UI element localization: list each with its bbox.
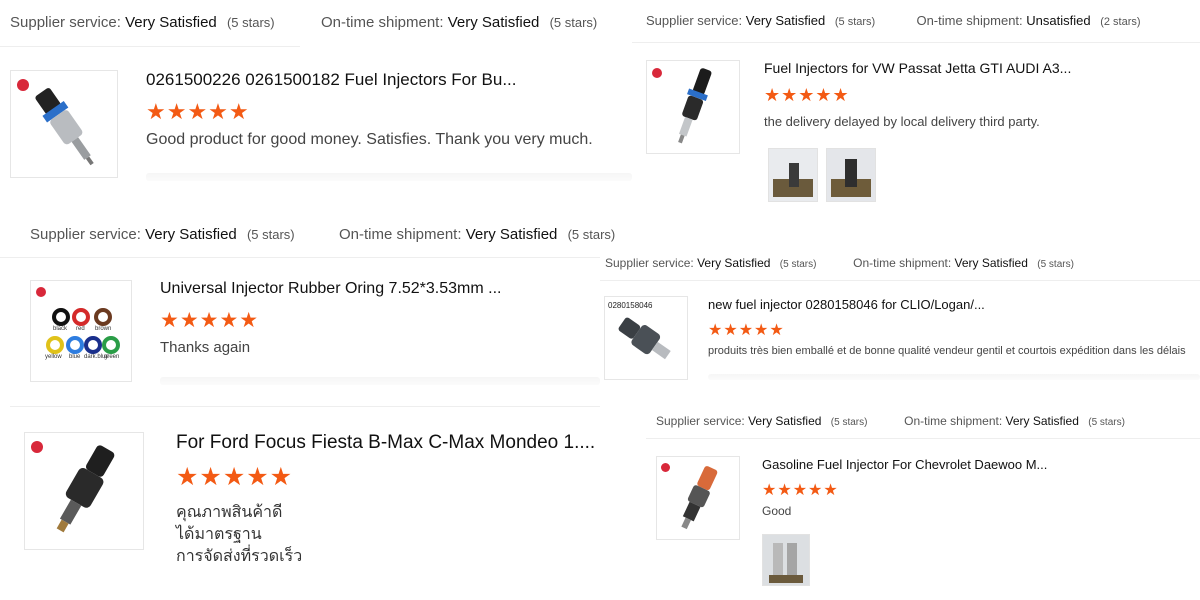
shipment-stars-note: (5 stars) — [1088, 417, 1125, 428]
shipment-value: Very Satisfied — [954, 256, 1028, 270]
review-text-line: การจัดส่งที่รวดเร็ว — [176, 548, 303, 565]
review-meta-1: Supplier service: Very Satisfied (5 star… — [10, 14, 597, 31]
product-thumbnail[interactable] — [24, 432, 144, 550]
review-card-3: ​ Supplier service: Very Satisfied (5 st… — [0, 210, 615, 400]
oring-label: blue — [69, 354, 81, 360]
product-title[interactable]: new fuel injector 0280158046 for CLIO/Lo… — [708, 297, 985, 312]
supplier-stars-note: (5 stars) — [830, 417, 868, 428]
review-photo-1[interactable] — [762, 534, 810, 586]
review-card-2: Supplier service: Very Satisfied (5 star… — [632, 0, 1200, 220]
shipment-stars-note: (5 stars) — [567, 227, 616, 242]
shipment-label: On-time shipment: — [338, 226, 462, 243]
shipment-stars-note: (5 stars) — [1037, 259, 1074, 270]
oring-label: green — [104, 354, 120, 360]
review-photo-2[interactable] — [826, 148, 876, 202]
product-title[interactable]: Universal Injector Rubber Oring 7.52*3.5… — [160, 280, 501, 298]
supplier-label: Supplier service: — [30, 226, 141, 243]
shipment-label: On-time shipment: — [916, 13, 1023, 28]
rating-stars: ★★★★★ — [146, 99, 250, 124]
brand-logo-icon — [661, 463, 670, 472]
brand-logo-icon — [17, 79, 29, 91]
shipment-stars-note: (2 stars) — [1100, 16, 1141, 28]
fuel-injector-black-icon — [56, 445, 115, 533]
product-thumbnail[interactable] — [10, 70, 118, 178]
shipment-label: On-time shipment: — [320, 14, 444, 31]
product-title[interactable]: Fuel Injectors for VW Passat Jetta GTI A… — [764, 60, 1071, 76]
supplier-label: Supplier service: — [605, 256, 694, 270]
supplier-stars-note: (5 stars) — [246, 227, 295, 242]
oring-label: red — [76, 326, 85, 332]
supplier-label: Supplier service: — [646, 13, 743, 28]
review-card-4: Supplier service: Very Satisfied (5 star… — [600, 244, 1200, 394]
brand-logo-icon — [36, 287, 46, 297]
supplier-value: Very Satisfied — [748, 414, 822, 428]
divider-bar — [708, 374, 1200, 380]
product-title[interactable]: 0261500226 0261500182 Fuel Injectors For… — [146, 70, 517, 90]
supplier-value: Very Satisfied — [745, 13, 826, 28]
review-meta-2: Supplier service: Very Satisfied (5 star… — [646, 13, 1141, 28]
supplier-value: Very Satisfied — [697, 256, 771, 270]
product-thumbnail[interactable]: black red brown yellow blue dark.blue gr… — [30, 280, 132, 382]
supplier-stars-note: (5 stars) — [226, 15, 275, 30]
supplier-stars-note: (5 stars) — [779, 259, 817, 270]
divider-line — [632, 42, 1200, 43]
supplier-value: Very Satisfied — [125, 14, 217, 31]
product-image-caption: 0280158046 — [608, 301, 653, 310]
photo-injector-icon — [827, 149, 875, 201]
shipment-label: On-time shipment: — [904, 414, 1003, 428]
shipment-value: Very Satisfied — [1005, 414, 1079, 428]
divider-line — [0, 257, 600, 258]
shipment-value: Unsatisfied — [1026, 13, 1091, 28]
product-thumbnail[interactable]: 0280158046 — [604, 296, 688, 380]
supplier-value: Very Satisfied — [145, 226, 237, 243]
review-meta-3: Supplier service: Very Satisfied (5 star… — [30, 226, 615, 243]
supplier-label: Supplier service: — [10, 14, 121, 31]
review-text: Thanks again — [160, 339, 251, 356]
review-text: Good product for good money. Satisfies. … — [146, 131, 593, 148]
review-text: Good — [762, 504, 792, 518]
oring-label: black — [53, 326, 68, 332]
shipment-stars-note: (5 stars) — [549, 15, 598, 30]
shipment-value: Very Satisfied — [465, 226, 558, 243]
brand-logo-icon — [652, 68, 662, 78]
divider-bar — [146, 173, 632, 181]
product-title[interactable]: For Ford Focus Fiesta B-Max C-Max Mondeo… — [176, 432, 595, 454]
review-card-6: ​ Supplier service: Very Satisfied (5 st… — [646, 400, 1200, 600]
review-card-5: For Ford Focus Fiesta B-Max C-Max Mondeo… — [0, 406, 600, 600]
review-photo-1[interactable] — [768, 148, 818, 202]
product-title[interactable]: Gasoline Fuel Injector For Chevrolet Dae… — [762, 457, 1047, 472]
shipment-value: Very Satisfied — [447, 14, 540, 31]
review-meta-6: Supplier service: Very Satisfied (5 star… — [656, 414, 1125, 428]
divider-line — [646, 438, 1200, 439]
review-text: produits très bien emballé et de bonne q… — [708, 345, 1186, 357]
divider-line — [600, 280, 1200, 281]
review-meta-4: Supplier service: Very Satisfied (5 star… — [605, 256, 1074, 270]
rating-stars: ★★★★★ — [160, 309, 260, 332]
divider-line — [0, 46, 300, 47]
oring-label: yellow — [45, 354, 62, 360]
brand-logo-icon — [31, 441, 43, 453]
oring-label: brown — [95, 326, 112, 332]
divider-bar — [160, 377, 600, 385]
product-thumbnail[interactable] — [656, 456, 740, 540]
review-card-1: ​ Supplier service: Very Satisfied (5 st… — [0, 0, 632, 200]
rating-stars: ★★★★★ — [764, 85, 850, 105]
rating-stars: ★★★★★ — [708, 322, 785, 339]
photo-injector-icon — [763, 535, 809, 585]
review-text: the delivery delayed by local delivery t… — [764, 114, 1040, 129]
rating-stars: ★★★★★ — [176, 463, 294, 491]
supplier-stars-note: (5 stars) — [834, 16, 876, 28]
supplier-label: Supplier service: — [656, 414, 745, 428]
product-thumbnail[interactable] — [646, 60, 740, 154]
divider-line — [10, 406, 600, 407]
photo-injector-icon — [769, 149, 817, 201]
rating-stars: ★★★★★ — [762, 482, 839, 499]
shipment-label: On-time shipment: — [853, 256, 952, 270]
